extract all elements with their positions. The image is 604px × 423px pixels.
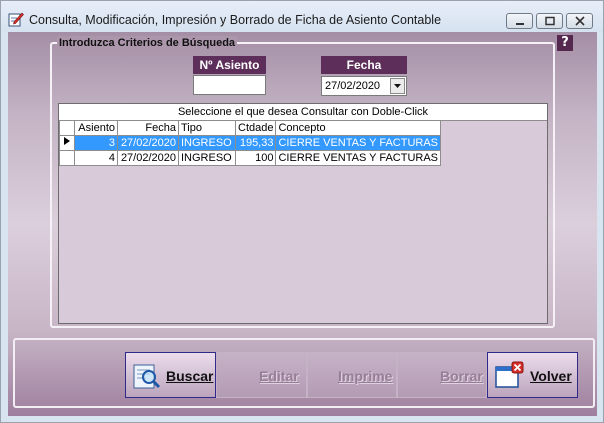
editar-label: Editar [259, 368, 299, 384]
cell-tipo: INGRESO [178, 150, 236, 166]
asiento-number-input[interactable] [193, 75, 266, 95]
borrar-button[interactable]: Borrar [397, 352, 487, 398]
help-button[interactable]: ? [557, 35, 573, 51]
volver-button[interactable]: Volver [487, 352, 578, 398]
cell-asiento: 3 [74, 135, 118, 151]
chevron-down-icon [394, 84, 401, 88]
minimize-button[interactable] [506, 13, 533, 29]
results-grid-panel: Seleccione el que desea Consultar con Do… [58, 103, 548, 324]
search-criteria-legend: Introduzca Criterios de Búsqueda [57, 36, 238, 50]
maximize-icon [545, 16, 555, 26]
buscar-button[interactable]: Buscar [125, 352, 216, 398]
column-header-asiento[interactable]: Asiento [74, 120, 118, 136]
results-grid[interactable]: Asiento Fecha Tipo Ctdade Concepto 3 27/… [59, 120, 442, 166]
close-window-icon [494, 361, 524, 391]
cell-fecha: 27/02/2020 [117, 150, 179, 166]
cell-ctdade: 100 [234, 150, 277, 166]
row-selector-indicator [59, 135, 75, 151]
action-buttons-panel: Buscar Editar Imprime Borrar Volver [13, 338, 595, 408]
cell-concepto: CIERRE VENTAS Y FACTURAS [275, 150, 442, 166]
imprime-button[interactable]: Imprime [307, 352, 397, 398]
cell-asiento: 4 [74, 150, 118, 166]
imprime-label: Imprime [338, 368, 393, 384]
editar-button[interactable]: Editar [216, 352, 307, 398]
table-row[interactable]: 4 27/02/2020 INGRESO 100 CIERRE VENTAS Y… [59, 150, 442, 166]
borrar-label: Borrar [440, 368, 483, 384]
edit-document-icon [8, 11, 24, 27]
fecha-label: Fecha [321, 56, 407, 74]
search-document-icon [132, 361, 162, 391]
column-header-fecha[interactable]: Fecha [117, 120, 179, 136]
cell-ctdade: 195,33 [234, 135, 277, 151]
grid-header-row: Asiento Fecha Tipo Ctdade Concepto [59, 120, 442, 136]
cell-fecha: 27/02/2020 [117, 135, 179, 151]
current-row-arrow-icon [64, 137, 70, 145]
asiento-label: Nº Asiento [193, 56, 266, 74]
form-client-area: ? Introduzca Criterios de Búsqueda Nº As… [8, 32, 597, 416]
row-selector-indicator [59, 150, 75, 166]
fecha-date-picker[interactable]: 27/02/2020 [321, 76, 407, 96]
volver-label: Volver [530, 368, 572, 384]
minimize-icon [516, 23, 524, 25]
table-row[interactable]: 3 27/02/2020 INGRESO 195,33 CIERRE VENTA… [59, 135, 442, 151]
column-header-ctdade[interactable]: Ctdade [234, 120, 277, 136]
buscar-label: Buscar [166, 368, 214, 384]
app-window: Consulta, Modificación, Impresión y Borr… [0, 0, 604, 423]
maximize-button[interactable] [536, 13, 563, 29]
title-bar[interactable]: Consulta, Modificación, Impresión y Borr… [1, 1, 603, 32]
date-dropdown-button[interactable] [390, 78, 405, 94]
grid-header-indicator [59, 120, 75, 136]
close-button[interactable] [566, 13, 593, 29]
grid-caption: Seleccione el que desea Consultar con Do… [59, 104, 547, 121]
column-header-concepto[interactable]: Concepto [275, 120, 442, 136]
window-title: Consulta, Modificación, Impresión y Borr… [29, 13, 442, 27]
cell-tipo: INGRESO [178, 135, 236, 151]
column-header-tipo[interactable]: Tipo [178, 120, 236, 136]
fecha-date-value: 27/02/2020 [325, 80, 381, 92]
cell-concepto: CIERRE VENTAS Y FACTURAS [275, 135, 442, 151]
close-icon [575, 16, 585, 26]
